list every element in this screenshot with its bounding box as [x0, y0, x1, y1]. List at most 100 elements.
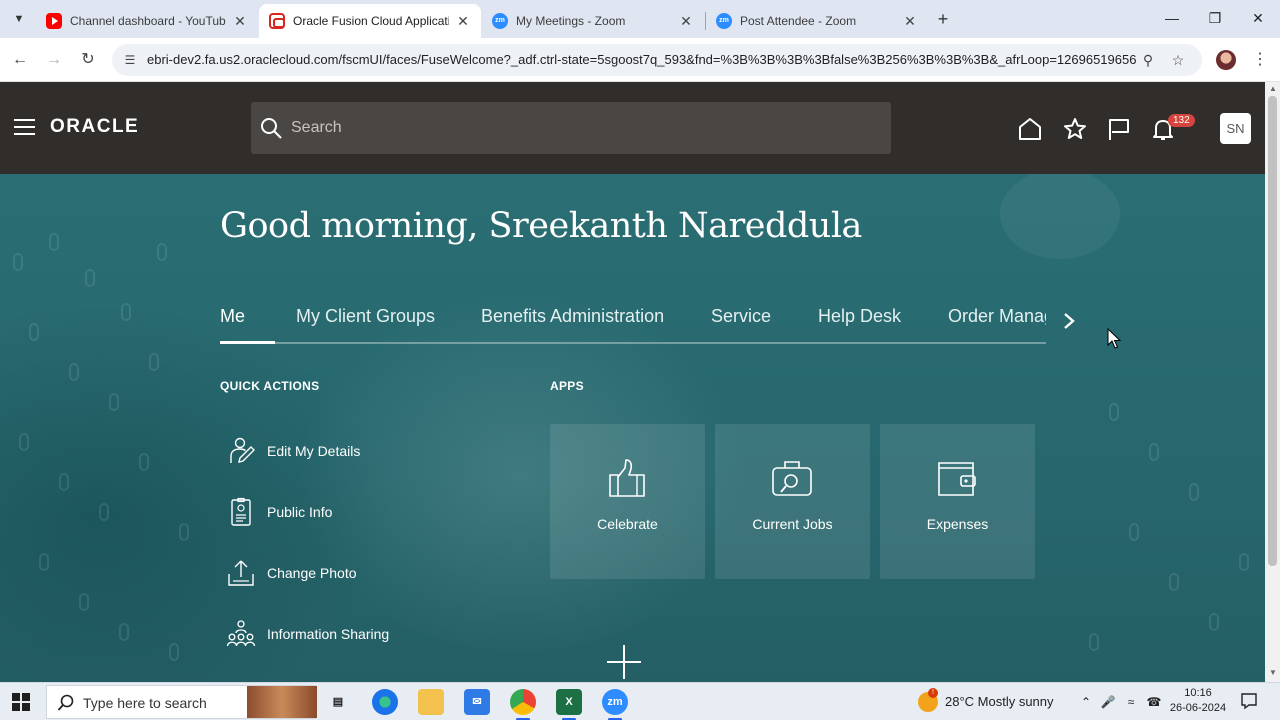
volume-icon[interactable]: ☎: [1145, 693, 1163, 711]
back-button[interactable]: ←: [8, 48, 32, 72]
address-bar[interactable]: ☰ ebri-dev2.fa.us2.oraclecloud.com/fscmU…: [112, 44, 1202, 76]
oracle-global-header: ORACLE 132 SN: [0, 82, 1265, 174]
springboard-tabs: Me My Client Groups Benefits Administrat…: [220, 306, 1046, 346]
profile-avatar[interactable]: [1216, 50, 1236, 70]
app-tile-label: Current Jobs: [752, 516, 833, 532]
file-explorer-icon[interactable]: [418, 689, 444, 715]
weather-alert-badge: !: [928, 688, 938, 698]
home-page-content: Good morning, Sreekanth Nareddula Me My …: [0, 174, 1265, 682]
tab-my-client-groups[interactable]: My Client Groups: [296, 306, 435, 327]
excel-icon[interactable]: X: [556, 689, 582, 720]
tab-zoom-attendee[interactable]: zm Post Attendee - Zoom ✕: [706, 4, 928, 38]
chevron-up-icon[interactable]: ⌃: [1077, 693, 1095, 711]
tab-me[interactable]: Me: [220, 306, 245, 327]
quick-action-label: Public Info: [267, 504, 333, 520]
scroll-down-arrow-icon[interactable]: ▼: [1269, 668, 1277, 677]
tab-help-desk[interactable]: Help Desk: [818, 306, 901, 327]
chrome-browser-icon[interactable]: [510, 689, 536, 720]
site-info-icon[interactable]: ☰: [122, 52, 138, 68]
mail-icon[interactable]: ✉: [464, 689, 490, 715]
app-tile-celebrate[interactable]: Celebrate: [550, 424, 705, 579]
hamburger-menu-icon[interactable]: [14, 119, 35, 135]
people-share-icon: [226, 620, 256, 647]
apps-heading: APPS: [550, 379, 584, 393]
clock-date: 26-06-2024: [1169, 702, 1227, 714]
clock-time: 10:16: [1184, 687, 1212, 699]
app-tile-label: Celebrate: [597, 516, 658, 532]
tab-service[interactable]: Service: [711, 306, 771, 327]
oracle-icon: [269, 13, 285, 29]
quick-action-label: Edit My Details: [267, 443, 361, 459]
tabs-underline: [220, 342, 1046, 344]
tab-title: Oracle Fusion Cloud Application: [293, 14, 449, 28]
tab-youtube[interactable]: Channel dashboard - YouTube ✕: [36, 4, 258, 38]
tab-search-menu-button[interactable]: ▼: [8, 8, 30, 30]
search-highlight-image: [247, 686, 317, 718]
thumbs-up-icon: [609, 459, 645, 497]
url-text[interactable]: ebri-dev2.fa.us2.oraclecloud.com/fscmUI/…: [147, 52, 1137, 67]
tab-title: Post Attendee - Zoom: [740, 14, 857, 28]
task-view-icon[interactable]: ▤: [325, 689, 351, 715]
tab-title: Channel dashboard - YouTube: [70, 14, 226, 28]
taskbar-search-placeholder: Type here to search: [83, 695, 207, 711]
close-icon[interactable]: ✕: [902, 13, 918, 30]
add-app-icon[interactable]: [606, 644, 642, 680]
taskbar-search-box[interactable]: Type here to search: [46, 685, 317, 719]
tab-benefits-administration[interactable]: Benefits Administration: [481, 306, 664, 327]
quick-action-label: Change Photo: [267, 565, 357, 581]
windows-start-icon[interactable]: [12, 693, 30, 711]
quick-action-change-photo[interactable]: Change Photo: [226, 558, 466, 590]
restore-button[interactable]: ❐: [1195, 4, 1235, 32]
minimize-button[interactable]: —: [1152, 4, 1192, 32]
zoom-magnifier-icon[interactable]: ⚲: [1138, 50, 1158, 70]
quick-action-information-sharing[interactable]: Information Sharing: [226, 619, 466, 651]
tab-zoom-meetings[interactable]: zm My Meetings - Zoom ✕: [482, 4, 704, 38]
window-close-button[interactable]: ✕: [1238, 4, 1278, 32]
new-tab-button[interactable]: +: [932, 8, 954, 30]
chevron-right-icon[interactable]: [1060, 310, 1078, 332]
search-icon: [57, 694, 74, 711]
close-icon[interactable]: ✕: [455, 13, 471, 30]
upload-photo-icon: [228, 560, 254, 586]
watchlist-flag-icon[interactable]: [1106, 116, 1132, 142]
browser-menu-icon[interactable]: ⋮: [1250, 48, 1270, 72]
wifi-icon[interactable]: ≈: [1122, 693, 1140, 711]
close-icon[interactable]: ✕: [678, 13, 694, 30]
edge-browser-icon[interactable]: [372, 689, 398, 715]
reload-button[interactable]: ↻: [76, 48, 100, 72]
bookmark-star-icon[interactable]: ☆: [1168, 50, 1188, 70]
tab-order-management[interactable]: Order Management: [948, 306, 1046, 327]
user-avatar[interactable]: SN: [1220, 113, 1251, 144]
weather-text[interactable]: 28°C Mostly sunny: [945, 694, 1054, 709]
global-search[interactable]: [251, 102, 891, 154]
browser-tab-strip: ▼ Channel dashboard - YouTube ✕ Oracle F…: [0, 0, 1280, 38]
close-icon[interactable]: ✕: [232, 13, 248, 30]
notification-center-icon[interactable]: [1240, 692, 1258, 710]
quick-action-label: Information Sharing: [267, 626, 390, 642]
favorites-star-icon[interactable]: [1062, 116, 1088, 142]
active-tab-indicator: [220, 341, 275, 344]
microphone-icon[interactable]: 🎤: [1099, 693, 1117, 711]
id-badge-icon: [231, 497, 251, 526]
browser-toolbar: ← → ↻ ☰ ebri-dev2.fa.us2.oraclecloud.com…: [0, 38, 1280, 82]
quick-action-public-info[interactable]: Public Info: [226, 497, 466, 529]
page-scrollbar[interactable]: ▲ ▼: [1265, 82, 1280, 682]
quick-actions-heading: QUICK ACTIONS: [220, 379, 320, 393]
app-tile-current-jobs[interactable]: Current Jobs: [715, 424, 870, 579]
forward-button[interactable]: →: [42, 48, 66, 72]
system-clock[interactable]: 10:16 26-06-2024: [1168, 686, 1228, 716]
tab-oracle-fusion[interactable]: Oracle Fusion Cloud Application ✕: [259, 4, 481, 38]
search-input[interactable]: [291, 114, 871, 142]
edit-person-icon: [230, 437, 255, 463]
zoom-app-icon[interactable]: zm: [602, 689, 628, 720]
app-tile-expenses[interactable]: Expenses: [880, 424, 1035, 579]
oracle-logo[interactable]: ORACLE: [50, 116, 139, 138]
home-icon[interactable]: [1017, 116, 1043, 142]
tab-title: My Meetings - Zoom: [516, 14, 626, 28]
quick-action-edit-my-details[interactable]: Edit My Details: [226, 436, 466, 468]
app-tile-label: Expenses: [926, 516, 989, 532]
briefcase-search-icon: [772, 461, 812, 496]
scroll-up-arrow-icon[interactable]: ▲: [1269, 84, 1277, 93]
scrollbar-thumb[interactable]: [1268, 96, 1277, 566]
windows-taskbar: Type here to search ▤ ✉ X zm ! 28°C Most…: [0, 682, 1280, 720]
